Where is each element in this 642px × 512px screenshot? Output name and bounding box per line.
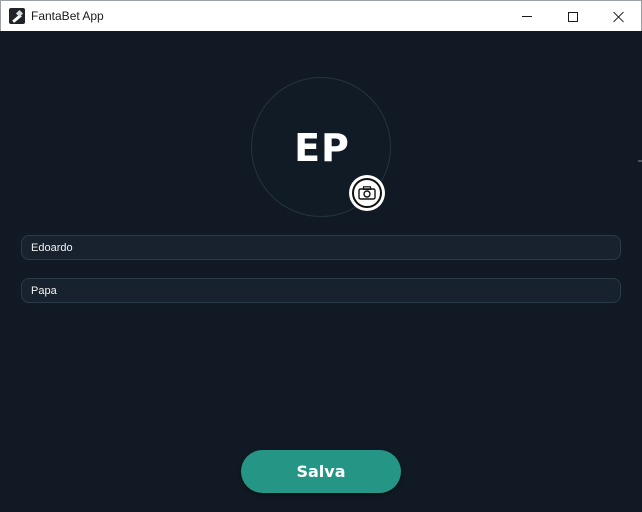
close-icon — [613, 11, 625, 23]
first-name-field[interactable] — [21, 235, 621, 260]
camera-icon-ring — [352, 178, 382, 208]
minimize-icon — [522, 16, 532, 17]
close-button[interactable] — [596, 1, 642, 32]
save-button[interactable]: Salva — [241, 450, 401, 493]
maximize-button[interactable] — [550, 1, 596, 32]
window-titlebar: FantaBet App — [0, 0, 642, 31]
change-photo-button[interactable] — [349, 175, 385, 211]
gavel-icon — [9, 8, 25, 24]
maximize-icon — [568, 11, 578, 22]
window-edge-mark — [638, 160, 642, 162]
minimize-button[interactable] — [504, 1, 550, 32]
window-title: FantaBet App — [31, 9, 104, 23]
last-name-field[interactable] — [21, 278, 621, 303]
camera-icon — [358, 186, 376, 200]
